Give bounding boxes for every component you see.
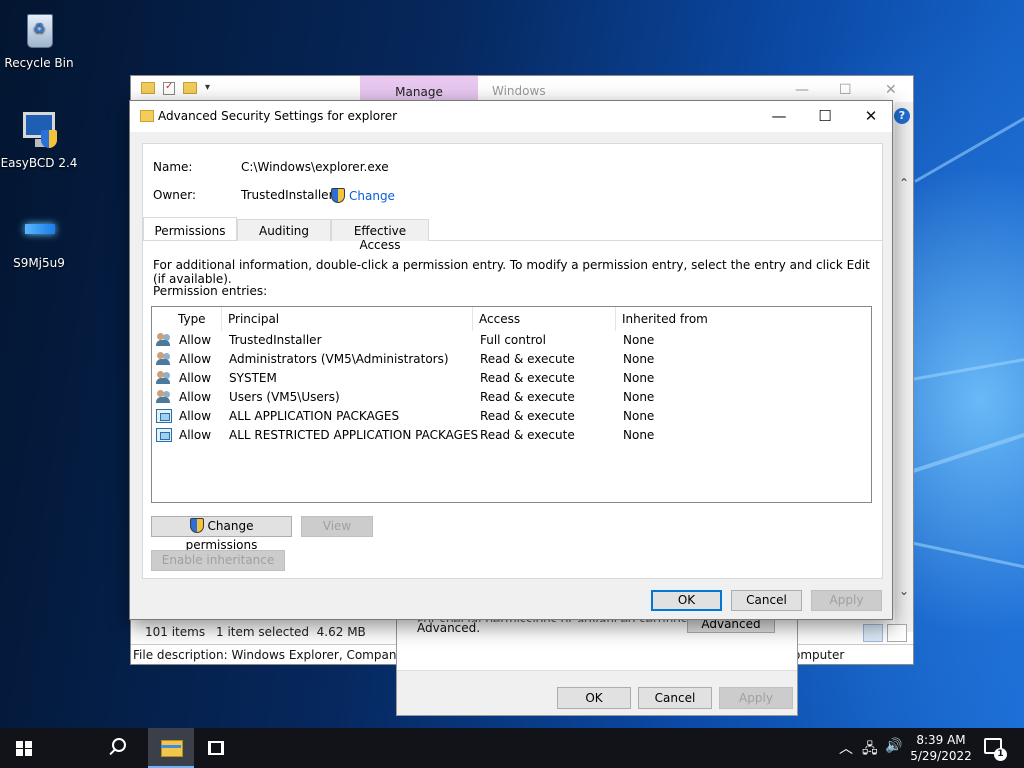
taskbar: ︿ 🖧 🔊 8:39 AM 5/29/2022 1 xyxy=(0,728,1024,768)
users-icon xyxy=(156,371,172,385)
chevron-up-icon[interactable]: ︿ xyxy=(839,738,853,758)
quick-access-toolbar: ▾ xyxy=(141,81,210,95)
file-description: File description: Windows Explorer, Comp… xyxy=(133,648,431,662)
easybcd-icon xyxy=(17,108,61,152)
close-icon[interactable]: ✕ xyxy=(848,101,894,132)
dialog-title: Advanced Security Settings for explorer xyxy=(158,109,398,123)
desktop-icon-label: EasyBCD 2.4 xyxy=(0,156,78,170)
column-header-inherited-from[interactable]: Inherited from xyxy=(616,307,766,331)
help-icon[interactable]: ? xyxy=(894,108,910,124)
view-button[interactable]: View xyxy=(301,516,373,537)
volume-icon[interactable]: 🔊 xyxy=(885,738,902,754)
table-row[interactable]: Allow SYSTEM Read & execute None xyxy=(152,369,871,388)
desktop-icon-recycle-bin[interactable]: Recycle Bin xyxy=(0,8,78,70)
table-row[interactable]: Allow Administrators (VM5\Administrators… xyxy=(152,350,871,369)
column-header-type[interactable]: Type xyxy=(172,307,222,331)
dropdown-arrow-icon[interactable]: ▾ xyxy=(205,82,210,95)
users-icon xyxy=(156,333,172,347)
search-button[interactable] xyxy=(48,728,126,768)
desktop-icon-s9mj5u9[interactable]: S9Mj5u9 xyxy=(0,208,78,270)
users-icon xyxy=(156,390,172,404)
column-header-access[interactable]: Access xyxy=(473,307,616,331)
table-row[interactable]: Allow TrustedInstaller Full control None xyxy=(152,331,871,350)
clock[interactable]: 8:39 AM 5/29/2022 xyxy=(906,732,976,764)
owner-label: Owner: xyxy=(153,188,197,202)
windows-logo-icon xyxy=(16,741,32,756)
large-icons-view-icon[interactable] xyxy=(887,624,907,642)
maximize-icon[interactable]: ☐ xyxy=(839,82,852,98)
uac-shield-icon xyxy=(189,518,204,533)
table-row[interactable]: Allow ALL RESTRICTED APPLICATION PACKAGE… xyxy=(152,426,871,445)
folder-icon xyxy=(140,110,154,122)
notification-count: 1 xyxy=(994,748,1007,761)
properties-icon[interactable] xyxy=(163,81,175,95)
app-icon xyxy=(17,208,61,252)
network-icon[interactable]: 🖧 xyxy=(862,738,878,762)
details-view-icon[interactable] xyxy=(863,624,883,642)
explorer-window-title: Windows xyxy=(492,84,546,98)
task-view-icon xyxy=(208,741,224,755)
close-icon[interactable]: ✕ xyxy=(885,82,897,98)
column-header-principal[interactable]: Principal xyxy=(222,307,473,331)
explorer-title-bar: ▾ Manage Windows — ☐ ✕ xyxy=(131,76,913,102)
file-description-tail: omputer xyxy=(793,648,845,662)
desktop-icon-label: S9Mj5u9 xyxy=(13,256,65,270)
minimize-icon[interactable]: — xyxy=(756,101,802,132)
maximize-icon[interactable]: ☐ xyxy=(802,101,848,132)
tab-strip: Permissions Auditing Effective Access xyxy=(143,217,882,252)
users-icon xyxy=(156,352,172,366)
date: 5/29/2022 xyxy=(910,749,972,763)
manage-tab[interactable]: Manage xyxy=(360,76,478,102)
permission-entries-list[interactable]: Type Principal Access Inherited from All… xyxy=(151,306,872,503)
table-row[interactable]: Allow ALL APPLICATION PACKAGES Read & ex… xyxy=(152,407,871,426)
desktop-icon-label: Recycle Bin xyxy=(4,56,74,70)
info-text: For additional information, double-click… xyxy=(153,258,870,286)
selection-info: 1 item selected 4.62 MB xyxy=(216,625,366,639)
tab-effective-access[interactable]: Effective Access xyxy=(331,219,429,252)
folder-icon[interactable] xyxy=(141,82,155,94)
uac-shield-icon xyxy=(331,188,345,203)
entries-label: Permission entries: xyxy=(153,284,268,298)
scroll-up-icon[interactable]: ⌃ xyxy=(899,176,909,190)
package-icon xyxy=(156,409,172,423)
change-owner-link[interactable]: Change xyxy=(331,188,395,203)
owner-value: TrustedInstaller xyxy=(241,188,334,202)
dialog-panel: Name: C:\Windows\explorer.exe Owner: Tru… xyxy=(142,143,883,579)
name-label: Name: xyxy=(153,160,193,174)
properties-cancel-button[interactable]: Cancel xyxy=(638,687,712,709)
recycle-bin-icon xyxy=(17,8,61,52)
properties-ok-button[interactable]: OK xyxy=(557,687,631,709)
start-button[interactable] xyxy=(0,728,48,768)
table-row[interactable]: Allow Users (VM5\Users) Read & execute N… xyxy=(152,388,871,407)
taskbar-file-explorer[interactable] xyxy=(148,728,194,768)
name-value: C:\Windows\explorer.exe xyxy=(241,160,389,174)
change-permissions-button[interactable]: Change permissions xyxy=(151,516,292,552)
advanced-security-settings-dialog[interactable]: Advanced Security Settings for explorer … xyxy=(129,100,893,620)
view-buttons xyxy=(863,624,907,642)
desktop-icon-easybcd[interactable]: EasyBCD 2.4 xyxy=(0,108,78,170)
enable-inheritance-button[interactable]: Enable inheritance xyxy=(151,550,285,571)
package-icon xyxy=(156,428,172,442)
item-count: 101 items xyxy=(145,625,206,639)
tab-permissions[interactable]: Permissions xyxy=(143,217,237,240)
apply-button[interactable]: Apply xyxy=(811,590,882,611)
task-view-button[interactable] xyxy=(96,728,224,768)
properties-dialog[interactable]: For special permissions or advanced sett… xyxy=(396,608,798,716)
dialog-title-bar: Advanced Security Settings for explorer … xyxy=(130,101,892,132)
cancel-button[interactable]: Cancel xyxy=(731,590,802,611)
minimize-icon[interactable]: — xyxy=(795,82,809,98)
ok-button[interactable]: OK xyxy=(651,590,722,611)
properties-apply-button[interactable]: Apply xyxy=(719,687,793,709)
scroll-down-icon[interactable]: ⌄ xyxy=(899,584,909,598)
new-folder-icon[interactable] xyxy=(183,82,197,94)
tab-auditing[interactable]: Auditing xyxy=(237,219,331,241)
time: 8:39 AM xyxy=(916,733,966,747)
